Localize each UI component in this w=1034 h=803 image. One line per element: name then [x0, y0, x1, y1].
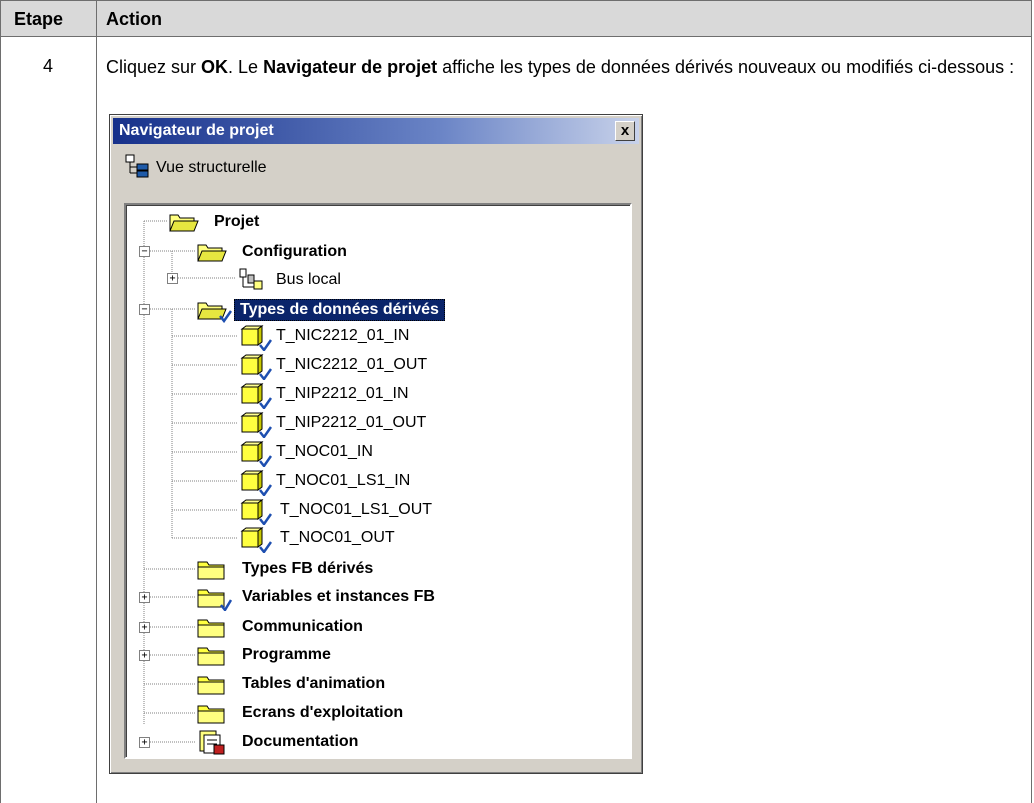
- tree-node-projet[interactable]: Projet: [214, 212, 259, 232]
- tree-node-tables-animation[interactable]: Tables d'animation: [242, 674, 385, 694]
- derived-type-icon: [240, 325, 272, 351]
- table-column-divider: [96, 0, 97, 803]
- step-instruction: Cliquez sur OK. Le Navigateur de projet …: [106, 54, 1021, 80]
- derived-type-icon: [240, 412, 272, 438]
- folder-check-icon: [197, 589, 232, 611]
- plus-icon: +: [141, 737, 148, 748]
- tree-node-configuration[interactable]: Configuration: [242, 242, 347, 262]
- tree-node-fb-types[interactable]: Types FB dérivés: [242, 559, 373, 579]
- configuration-collapse-toggle[interactable]: −: [139, 246, 150, 257]
- tree-node-variables[interactable]: Variables et instances FB: [242, 587, 435, 607]
- tree-node-ddt-item[interactable]: T_NIC2212_01_IN: [276, 326, 409, 346]
- tree-node-communication[interactable]: Communication: [242, 617, 363, 637]
- tree-node-ddt-item[interactable]: T_NOC01_OUT: [280, 528, 395, 548]
- tree-node-programme[interactable]: Programme: [242, 645, 331, 665]
- plus-icon: +: [141, 650, 148, 661]
- plus-icon: +: [141, 622, 148, 633]
- header-step: Etape: [14, 9, 64, 29]
- structure-view-icon: [125, 154, 149, 178]
- bus-module-icon: [239, 268, 263, 290]
- tree-node-ddt-item[interactable]: T_NOC01_LS1_OUT: [280, 500, 432, 520]
- tree-node-ddt-selected[interactable]: Types de données dérivés: [234, 299, 445, 321]
- tree-node-ddt-item[interactable]: T_NOC01_IN: [276, 442, 373, 462]
- view-label: Vue structurelle: [156, 159, 267, 176]
- header-action: Action: [106, 9, 162, 29]
- project-tree[interactable]: − + − + + + + Projet Configuration Bus l…: [124, 203, 632, 759]
- tree-node-ddt-item[interactable]: T_NIC2212_01_OUT: [276, 355, 427, 375]
- table-right-border: [1031, 0, 1032, 803]
- instr-part-3: affiche les types de données dérivés nou…: [437, 57, 1015, 77]
- tree-node-ddt-item[interactable]: T_NIP2212_01_IN: [276, 384, 409, 404]
- table-top-border: [0, 0, 1032, 1]
- table-header-row: Etape Action: [0, 0, 1032, 37]
- minus-icon: −: [141, 246, 148, 257]
- bus-local-expand-toggle[interactable]: +: [167, 273, 178, 284]
- tree-node-ddt-item[interactable]: T_NIP2212_01_OUT: [276, 413, 426, 433]
- close-button[interactable]: x: [615, 121, 635, 141]
- derived-type-icon: [240, 354, 272, 380]
- instr-ok: OK: [201, 57, 229, 77]
- instr-navigator: Navigateur de projet: [263, 57, 438, 77]
- close-icon: x: [620, 122, 630, 139]
- instr-part-1: Cliquez sur: [106, 57, 202, 77]
- derived-type-icon: [240, 383, 272, 409]
- derived-type-icon: [240, 441, 272, 467]
- variables-expand-toggle[interactable]: +: [139, 592, 150, 603]
- plus-icon: +: [141, 592, 148, 603]
- documentation-icon: [199, 730, 225, 755]
- open-folder-icon: [197, 244, 227, 262]
- tree-node-ecrans[interactable]: Ecrans d'exploitation: [242, 703, 403, 723]
- folder-icon: [197, 647, 225, 666]
- folder-icon: [197, 561, 225, 580]
- folder-icon: [197, 676, 225, 695]
- project-browser-window: Navigateur de projet x Vue structurelle: [109, 114, 643, 774]
- derived-type-icon: [240, 527, 272, 553]
- plus-icon: +: [169, 273, 176, 284]
- open-folder-icon: [169, 214, 199, 232]
- window-titlebar[interactable]: Navigateur de projet x: [113, 118, 639, 144]
- programme-expand-toggle[interactable]: +: [139, 650, 150, 661]
- tree-node-bus-local[interactable]: Bus local: [276, 270, 341, 290]
- tree-node-documentation[interactable]: Documentation: [242, 732, 358, 752]
- ddt-collapse-toggle[interactable]: −: [139, 304, 150, 315]
- tree-node-ddt-item[interactable]: T_NOC01_LS1_IN: [276, 471, 410, 491]
- window-title: Navigateur de projet: [119, 122, 274, 139]
- derived-type-icon: [240, 499, 272, 525]
- folder-icon: [197, 619, 225, 638]
- folder-icon: [197, 705, 225, 724]
- documentation-expand-toggle[interactable]: +: [139, 737, 150, 748]
- communication-expand-toggle[interactable]: +: [139, 622, 150, 633]
- minus-icon: −: [141, 304, 148, 315]
- derived-type-icon: [240, 470, 272, 496]
- instr-part-2: . Le: [228, 57, 264, 77]
- step-number: 4: [42, 56, 53, 76]
- table-left-border: [0, 0, 1, 803]
- open-folder-check-icon: [197, 302, 232, 323]
